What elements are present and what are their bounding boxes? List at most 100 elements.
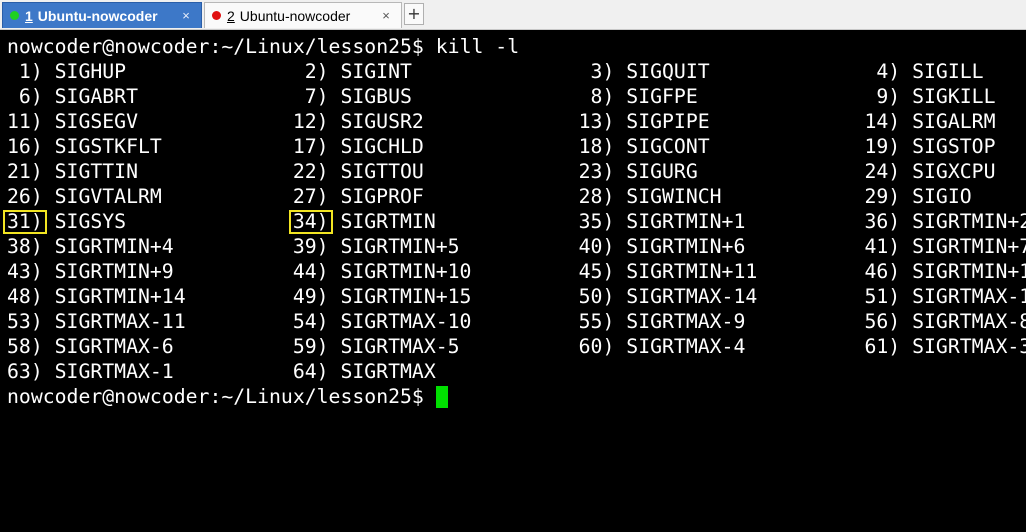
signal-number: 63) [7, 360, 43, 383]
signal-number: 27) [292, 185, 329, 208]
signal-name: SIGKILL [912, 85, 996, 108]
connected-status-icon [10, 11, 19, 20]
signal-row: 31) SIGSYS 34) SIGRTMIN 35) SIGRTMIN+1 36) SIGR… [0, 209, 1026, 234]
signal-row: 6)SIGABRT7)SIGBUS8)SIGFPE9)SIGKILL10)SIG… [0, 84, 1026, 109]
signal-number: 13) [578, 110, 615, 133]
highlight-box [3, 210, 47, 234]
close-icon[interactable]: × [379, 8, 393, 23]
signal-name: SIGSEGV [54, 110, 138, 133]
signal-number: 59) [292, 335, 329, 358]
signal-number: 19) [864, 135, 901, 158]
signal-name: SIGRTMIN+11 [626, 260, 758, 283]
signal-name: SIGRTMAX-8 [912, 310, 1026, 333]
signal-name: SIGRTMAX-14 [626, 285, 758, 308]
signal-number: 38) [7, 235, 43, 258]
signal-number: 53) [7, 310, 43, 333]
signal-number: 49) [292, 285, 329, 308]
signal-number: 41) [864, 235, 901, 258]
signal-number: 7) [304, 85, 329, 108]
signal-name: SIGRTMIN+15 [340, 285, 472, 308]
signal-number: 40) [578, 235, 615, 258]
signal-number: 9) [876, 85, 901, 108]
signal-number: 58) [7, 335, 43, 358]
signal-number: 39) [292, 235, 329, 258]
signal-name: SIGRTMAX-5 [340, 335, 460, 358]
signal-name: SIGRTMIN [340, 210, 436, 233]
signal-number: 21) [7, 160, 43, 183]
signal-name: SIGRTMIN+7 [912, 235, 1026, 258]
signal-name: SIGVTALRM [54, 185, 162, 208]
signal-number: 14) [864, 110, 901, 133]
signal-name: SIGCHLD [340, 135, 424, 158]
signal-row: 21)SIGTTIN22)SIGTTOU23)SIGURG24)SIGXCPU2… [0, 159, 1026, 184]
signal-number: 43) [7, 260, 43, 283]
tab-number: 2 [227, 7, 235, 24]
signal-number: 24) [864, 160, 901, 183]
signal-name: SIGRTMIN+9 [54, 260, 174, 283]
signal-name: SIGRTMAX-10 [340, 310, 472, 333]
signal-name: SIGIO [912, 185, 972, 208]
signal-name: SIGRTMIN+10 [340, 260, 472, 283]
signal-name: SIGRTMIN+12 [912, 260, 1026, 283]
signal-number: 22) [292, 160, 329, 183]
signal-name: SIGRTMAX-11 [54, 310, 186, 333]
signal-name: SIGRTMAX-1 [54, 360, 174, 383]
signal-name: SIGPIPE [626, 110, 710, 133]
signal-name: SIGFPE [626, 85, 698, 108]
signal-number: 60) [578, 335, 615, 358]
new-tab-button[interactable]: + [404, 3, 424, 25]
signal-name: SIGRTMAX-13 [912, 285, 1026, 308]
signal-name: SIGTTOU [340, 160, 424, 183]
signal-number: 64) [292, 360, 329, 383]
highlight-box [288, 210, 333, 234]
signal-number: 29) [864, 185, 901, 208]
signal-name: SIGRTMAX-6 [54, 335, 174, 358]
current-prompt-line[interactable]: nowcoder@nowcoder:~/Linux/lesson25$ [0, 384, 1026, 409]
signal-row: 26) SIGVTALRM 27) SIGPROF 28) SIGWINCH 29) SIGI… [0, 184, 1026, 209]
signal-name: SIGUSR2 [340, 110, 424, 133]
signal-number: 16) [7, 135, 43, 158]
signal-number: 12) [292, 110, 329, 133]
close-icon[interactable]: × [179, 8, 193, 23]
signal-name: SIGILL [912, 60, 984, 83]
signal-number: 18) [578, 135, 615, 158]
terminal-output[interactable]: nowcoder@nowcoder:~/Linux/lesson25$ kill… [0, 30, 1026, 532]
signal-name: SIGABRT [54, 85, 138, 108]
signal-number: 2) [304, 60, 329, 83]
signal-row: 1)SIGHUP2)SIGINT3)SIGQUIT4)SIGILL5)SIGTR… [0, 59, 1026, 84]
signal-row: 63) SIGRTMAX-1 64) SIGRTMAX [0, 359, 1026, 384]
signal-name: SIGINT [340, 60, 412, 83]
signal-name: SIGSYS [54, 210, 127, 233]
command-line: nowcoder@nowcoder:~/Linux/lesson25$ kill… [0, 34, 1026, 59]
signal-row: 48) SIGRTMIN+14 49) SIGRTMIN+15 50) SIGRTMAX-… [0, 284, 1026, 309]
disconnected-status-icon [212, 11, 221, 20]
signal-number: 61) [864, 335, 901, 358]
signal-number: 54) [292, 310, 329, 333]
tab-bar: 1 Ubuntu-nowcoder × 2 Ubuntu-nowcoder × … [0, 0, 1026, 30]
shell-prompt: nowcoder@nowcoder:~/Linux/lesson25$ [7, 385, 424, 408]
signal-number: 11) [7, 110, 43, 133]
signal-number: 51) [864, 285, 901, 308]
signal-number: 6) [18, 85, 43, 108]
signal-number: 56) [864, 310, 901, 333]
signal-name: SIGBUS [340, 85, 412, 108]
signal-number: 28) [578, 185, 615, 208]
tab-session-2[interactable]: 2 Ubuntu-nowcoder × [204, 2, 402, 28]
signal-name: SIGHUP [54, 60, 127, 83]
tab-number: 1 [25, 7, 33, 24]
signal-number: 3) [590, 60, 615, 83]
signal-name: SIGALRM [912, 110, 996, 133]
signal-name: SIGXCPU [912, 160, 996, 183]
signal-number: 36) [864, 210, 901, 233]
signal-name: SIGSTKFLT [54, 135, 162, 158]
signal-number: 46) [864, 260, 901, 283]
signal-number: 55) [578, 310, 615, 333]
tab-session-1[interactable]: 1 Ubuntu-nowcoder × [2, 2, 202, 28]
signal-row: 43) SIGRTMIN+9 44) SIGRTMIN+10 45) SIGRTMIN+1… [0, 259, 1026, 284]
shell-prompt: nowcoder@nowcoder:~/Linux/lesson25$ [7, 35, 424, 58]
signal-name: SIGRTMIN+5 [340, 235, 460, 258]
signal-name: SIGRTMAX-4 [626, 335, 746, 358]
signal-number: 17) [292, 135, 329, 158]
signal-name: SIGCONT [626, 135, 710, 158]
signal-number: 48) [7, 285, 43, 308]
